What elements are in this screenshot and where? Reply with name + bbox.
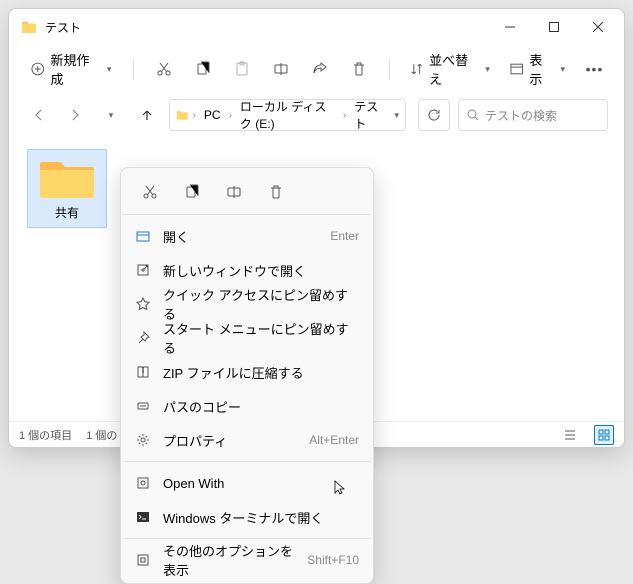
paste-button[interactable]	[224, 53, 259, 85]
titlebar: テスト	[9, 9, 624, 45]
folder-icon	[39, 156, 95, 200]
pin-icon	[135, 330, 151, 346]
chevron-down-icon[interactable]: ▾	[394, 110, 399, 121]
plus-circle-icon	[31, 62, 45, 76]
toolbar: 新規作成 ▾ 並べ替え ▾ 表示 ▾ •••	[9, 45, 624, 93]
view-button[interactable]: 表示 ▾	[502, 53, 573, 85]
details-view-button[interactable]	[560, 425, 580, 445]
paste-icon	[234, 61, 250, 77]
more-icon	[135, 552, 151, 568]
ctx-zip[interactable]: ZIP ファイルに圧縮する	[121, 355, 373, 389]
trash-icon	[351, 61, 367, 77]
folder-label: 共有	[55, 204, 79, 221]
more-button[interactable]: •••	[577, 53, 612, 85]
selected-count: 1 個の	[86, 427, 117, 443]
window-title: テスト	[45, 19, 488, 36]
ctx-more-options[interactable]: その他のオプションを表示 Shift+F10	[121, 543, 373, 577]
open-with-icon	[135, 475, 151, 491]
forward-button[interactable]	[61, 101, 89, 129]
minimize-button[interactable]	[488, 11, 532, 43]
folder-icon	[21, 19, 37, 35]
rename-icon	[273, 61, 289, 77]
copy-button[interactable]	[185, 53, 220, 85]
folder-icon	[176, 107, 189, 123]
trash-icon	[268, 184, 284, 200]
search-icon	[467, 109, 479, 121]
search-input[interactable]: テストの検索	[458, 99, 608, 131]
chevron-right-icon: ›	[343, 110, 346, 121]
copy-icon	[184, 184, 200, 200]
chevron-down-icon: ▾	[485, 64, 490, 75]
open-icon	[135, 228, 151, 244]
rename-icon	[226, 184, 242, 200]
breadcrumb-item[interactable]: テスト	[350, 96, 386, 134]
terminal-icon	[135, 509, 151, 525]
delete-button[interactable]	[342, 53, 377, 85]
address-bar[interactable]: › PC › ローカル ディスク (E:) › テスト ▾	[169, 99, 406, 131]
ctx-open-with[interactable]: Open With	[121, 466, 373, 500]
ctx-terminal[interactable]: Windows ターミナルで開く	[121, 500, 373, 534]
ctx-copy-path[interactable]: パスのコピー	[121, 389, 373, 423]
recent-button[interactable]: ▾	[97, 101, 125, 129]
copy-icon	[195, 61, 211, 77]
close-button[interactable]	[576, 11, 620, 43]
chevron-down-icon: ▾	[107, 64, 112, 75]
properties-icon	[135, 432, 151, 448]
breadcrumb-item[interactable]: ローカル ディスク (E:)	[236, 96, 339, 134]
ctx-properties[interactable]: プロパティ Alt+Enter	[121, 423, 373, 457]
ctx-open[interactable]: 開く Enter	[121, 219, 373, 253]
zip-icon	[135, 364, 151, 380]
new-window-icon	[135, 262, 151, 278]
chevron-right-icon: ›	[193, 110, 196, 121]
chevron-right-icon: ›	[229, 110, 232, 121]
back-button[interactable]	[25, 101, 53, 129]
ctx-open-new-window[interactable]: 新しいウィンドウで開く	[121, 253, 373, 287]
ctx-pin-quick[interactable]: クイック アクセスにピン留めする	[121, 287, 373, 321]
ctx-rename-button[interactable]	[217, 177, 251, 207]
scissors-icon	[142, 184, 158, 200]
context-menu: 開く Enter 新しいウィンドウで開く クイック アクセスにピン留めする スタ…	[120, 167, 374, 584]
layout-icon	[510, 62, 523, 76]
folder-item[interactable]: 共有	[27, 149, 107, 228]
item-count: 1 個の項目	[19, 427, 72, 443]
star-icon	[135, 296, 151, 312]
cut-button[interactable]	[146, 53, 181, 85]
ctx-copy-button[interactable]	[175, 177, 209, 207]
address-row: ▾ › PC › ローカル ディスク (E:) › テスト ▾ テストの検索	[9, 93, 624, 137]
sort-icon	[410, 62, 424, 76]
path-icon	[135, 398, 151, 414]
rename-button[interactable]	[263, 53, 298, 85]
chevron-down-icon: ▾	[560, 64, 565, 75]
up-button[interactable]	[133, 101, 161, 129]
ctx-delete-button[interactable]	[259, 177, 293, 207]
context-action-row	[121, 174, 373, 210]
share-button[interactable]	[303, 53, 338, 85]
scissors-icon	[156, 61, 172, 77]
ctx-pin-start[interactable]: スタート メニューにピン留めする	[121, 321, 373, 355]
refresh-button[interactable]	[418, 99, 450, 131]
sort-button[interactable]: 並べ替え ▾	[402, 53, 498, 85]
new-button[interactable]: 新規作成 ▾	[21, 53, 121, 85]
share-icon	[312, 61, 328, 77]
ctx-cut-button[interactable]	[133, 177, 167, 207]
maximize-button[interactable]	[532, 11, 576, 43]
icons-view-button[interactable]	[594, 425, 614, 445]
breadcrumb-item[interactable]: PC	[200, 106, 225, 124]
